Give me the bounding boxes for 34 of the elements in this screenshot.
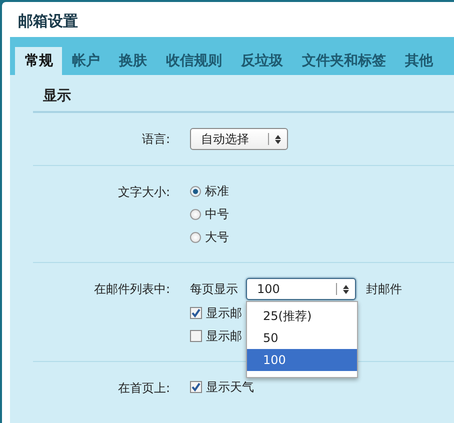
field-label: 在邮件列表中: xyxy=(92,281,171,298)
tab[interactable]: 常规 xyxy=(15,47,62,75)
dropdown-option[interactable]: 50 xyxy=(247,327,357,349)
field-label: 文字大小: xyxy=(116,184,171,201)
checkbox[interactable] xyxy=(190,381,202,393)
per-page-select[interactable]: 100 xyxy=(246,278,356,300)
radio-label: 标准 xyxy=(205,183,229,200)
radio-button[interactable] xyxy=(190,232,201,242)
updown-icon xyxy=(275,134,281,144)
checkbox[interactable] xyxy=(190,330,202,342)
checkbox[interactable] xyxy=(190,307,202,319)
radio-label: 大号 xyxy=(205,229,229,246)
tab[interactable]: 反垃圾 xyxy=(231,47,292,75)
checkbox-label: 显示邮 xyxy=(206,328,242,345)
window-title: 邮箱设置 xyxy=(17,11,79,32)
per-page-label: 每页显示 xyxy=(190,281,238,298)
radio-label: 中号 xyxy=(205,206,229,223)
radio-button[interactable] xyxy=(190,186,201,196)
tab[interactable]: 其他 xyxy=(395,47,442,75)
tab[interactable]: 换肤 xyxy=(109,47,156,75)
tab[interactable]: 文件夹和标签 xyxy=(292,47,395,75)
field-label: 在首页上: xyxy=(116,380,171,397)
field-label: 语言: xyxy=(140,131,171,148)
updown-icon xyxy=(343,284,349,294)
checkbox-label: 显示天气 xyxy=(206,379,254,396)
radio-button[interactable] xyxy=(190,208,201,220)
language-select[interactable]: 自动选择 xyxy=(190,128,288,150)
unit-label: 封邮件 xyxy=(366,281,402,298)
dropdown-option[interactable]: 25(推荐) xyxy=(247,305,357,327)
tab[interactable]: 收信规则 xyxy=(156,47,231,75)
dropdown-option[interactable]: 100 xyxy=(247,349,357,371)
checkbox-label: 显示邮 xyxy=(206,305,242,322)
section-title: 显示 xyxy=(33,75,454,113)
tab[interactable]: 帐户 xyxy=(62,47,109,75)
